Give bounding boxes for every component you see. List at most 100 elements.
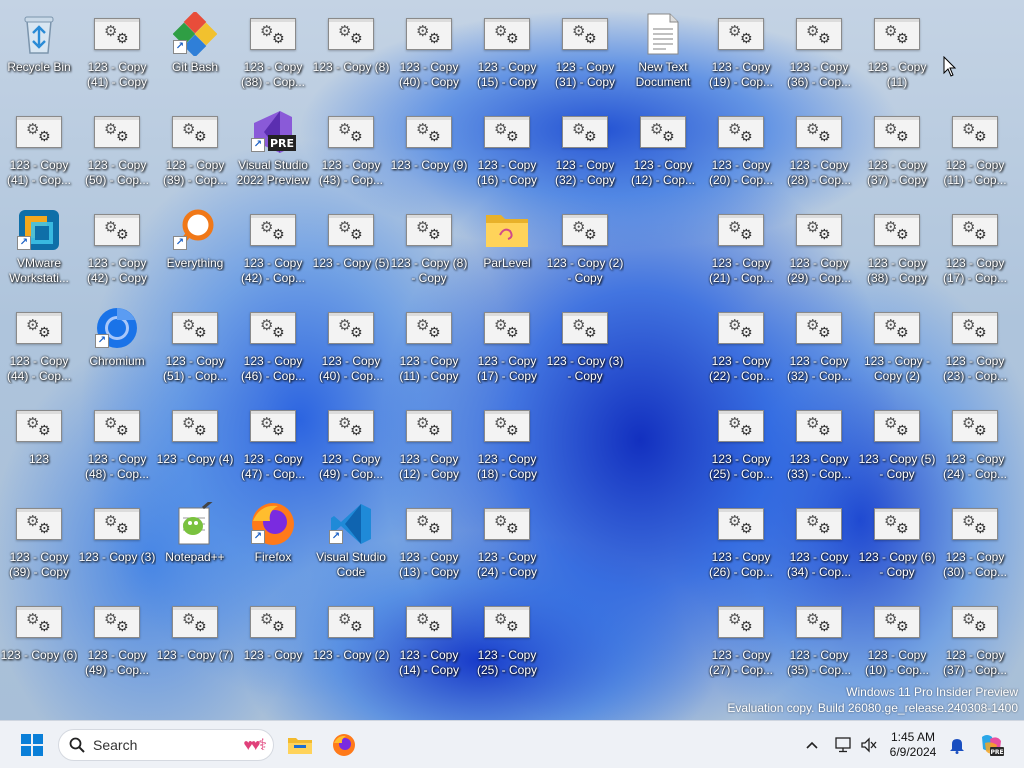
desktop-icon-123-copy-42-cop[interactable]: ⚙ ⚙ 123 - Copy (42) - Cop... (236, 198, 310, 292)
desktop-icon-123-copy-17-cop[interactable]: ⚙ ⚙ 123 - Copy (17) - Cop... (938, 198, 1012, 292)
desktop-icon-123-copy-39-copy[interactable]: ⚙ ⚙ 123 - Copy (39) - Copy (2, 492, 76, 586)
desktop-icon-notepad[interactable]: Notepad++ (158, 492, 232, 586)
desktop-icon-recycle-bin[interactable]: Recycle Bin (2, 2, 76, 96)
file-explorer-taskbar-button[interactable] (284, 729, 316, 761)
desktop-icon-123-copy-13-copy[interactable]: ⚙ ⚙ 123 - Copy (13) - Copy (392, 492, 466, 586)
desktop-icon-123[interactable]: ⚙ ⚙ 123 (2, 394, 76, 488)
desktop-icon-123-copy-21-cop[interactable]: ⚙ ⚙ 123 - Copy (21) - Cop... (704, 198, 778, 292)
desktop-icon-123-copy-11-cop[interactable]: ⚙ ⚙ 123 - Copy (11) - Cop... (938, 100, 1012, 194)
desktop-icon-123-copy-copy-2[interactable]: ⚙ ⚙ 123 - Copy - Copy (2) (860, 296, 934, 390)
desktop-icon-123-copy-34-cop[interactable]: ⚙ ⚙ 123 - Copy (34) - Cop... (782, 492, 856, 586)
desktop-icon-123-copy-7[interactable]: ⚙ ⚙ 123 - Copy (7) (157, 590, 233, 684)
desktop-icon-123-copy-32-cop[interactable]: ⚙ ⚙ 123 - Copy (32) - Cop... (782, 296, 856, 390)
desktop-icon-123-copy-5[interactable]: ⚙ ⚙ 123 - Copy (5) (313, 198, 389, 292)
desktop-icon-123-copy-37-copy[interactable]: ⚙ ⚙ 123 - Copy (37) - Copy (860, 100, 934, 194)
desktop-icon-123-copy-25-copy[interactable]: ⚙ ⚙ 123 - Copy (25) - Copy (470, 590, 544, 684)
desktop-icon-123-copy-36-cop[interactable]: ⚙ ⚙ 123 - Copy (36) - Cop... (782, 2, 856, 96)
copilot-button[interactable]: PRE (978, 729, 1006, 761)
volume-button[interactable] (858, 729, 880, 761)
desktop-icon-visual-studio-2022-preview[interactable]: PRE ↗ Visual Studio 2022 Preview (236, 100, 310, 194)
desktop-icon-123-copy-3[interactable]: ⚙ ⚙ 123 - Copy (3) (79, 492, 155, 586)
desktop-icon-123-copy-27-cop[interactable]: ⚙ ⚙ 123 - Copy (27) - Cop... (704, 590, 778, 684)
network-status-button[interactable] (832, 729, 854, 761)
desktop-icon-123-copy-18-copy[interactable]: ⚙ ⚙ 123 - Copy (18) - Copy (470, 394, 544, 488)
desktop-icon-123-copy-19-cop[interactable]: ⚙ ⚙ 123 - Copy (19) - Cop... (704, 2, 778, 96)
desktop-icon-123-copy-31-copy[interactable]: ⚙ ⚙ 123 - Copy (31) - Copy (548, 2, 622, 96)
firefox-taskbar-button[interactable] (328, 729, 360, 761)
desktop-icon-123-copy-38-copy[interactable]: ⚙ ⚙ 123 - Copy (38) - Copy (860, 198, 934, 292)
desktop-icon-123-copy-46-cop[interactable]: ⚙ ⚙ 123 - Copy (46) - Cop... (236, 296, 310, 390)
desktop-icon-123-copy-38-cop[interactable]: ⚙ ⚙ 123 - Copy (38) - Cop... (236, 2, 310, 96)
desktop-icon-123-copy-25-cop[interactable]: ⚙ ⚙ 123 - Copy (25) - Cop... (704, 394, 778, 488)
desktop-icon-parlevel[interactable]: ParLevel (470, 198, 544, 292)
desktop-icon-everything[interactable]: ↗ Everything (158, 198, 232, 292)
desktop-icon-123-copy-50-cop[interactable]: ⚙ ⚙ 123 - Copy (50) - Cop... (80, 100, 154, 194)
desktop-icon-chromium[interactable]: ↗ Chromium (80, 296, 154, 390)
desktop-icon-123-copy-39-cop[interactable]: ⚙ ⚙ 123 - Copy (39) - Cop... (158, 100, 232, 194)
desktop-icon-123-copy-17-copy[interactable]: ⚙ ⚙ 123 - Copy (17) - Copy (470, 296, 544, 390)
desktop-icon-123-copy-33-cop[interactable]: ⚙ ⚙ 123 - Copy (33) - Cop... (782, 394, 856, 488)
desktop-icon-123-copy-20-cop[interactable]: ⚙ ⚙ 123 - Copy (20) - Cop... (704, 100, 778, 194)
show-hidden-icons-button[interactable] (802, 729, 822, 761)
desktop[interactable]: Recycle Bin ⚙ ⚙ 123 - Copy (41) - Copy ↗ Git … (0, 0, 1024, 720)
desktop-icon-glyph: ⚙ ⚙ (873, 602, 921, 642)
taskbar-search-box[interactable]: Search ♥♥⚕ (58, 729, 274, 761)
desktop-icon-123-copy-24-cop[interactable]: ⚙ ⚙ 123 - Copy (24) - Cop... (938, 394, 1012, 488)
desktop-icon-123-copy-23-cop[interactable]: ⚙ ⚙ 123 - Copy (23) - Cop... (938, 296, 1012, 390)
desktop-icon-123-copy-24-copy[interactable]: ⚙ ⚙ 123 - Copy (24) - Copy (470, 492, 544, 586)
desktop-icon-firefox[interactable]: ↗ Firefox (236, 492, 310, 586)
desktop-icon-123-copy-15-copy[interactable]: ⚙ ⚙ 123 - Copy (15) - Copy (470, 2, 544, 96)
desktop-icon-123-copy-14-copy[interactable]: ⚙ ⚙ 123 - Copy (14) - Copy (392, 590, 466, 684)
desktop-icon-123-copy-12-copy[interactable]: ⚙ ⚙ 123 - Copy (12) - Copy (392, 394, 466, 488)
desktop-icon-123-copy-8[interactable]: ⚙ ⚙ 123 - Copy (8) (313, 2, 389, 96)
desktop-icon-visual-studio-code[interactable]: ↗ Visual Studio Code (314, 492, 388, 586)
desktop-icon-123-copy-40-copy[interactable]: ⚙ ⚙ 123 - Copy (40) - Copy (392, 2, 466, 96)
generic-file-icon: ⚙ ⚙ (718, 214, 764, 246)
desktop-icon-123-copy-41-cop[interactable]: ⚙ ⚙ 123 - Copy (41) - Cop... (2, 100, 76, 194)
desktop-icon-label: 123 - Copy (50) - Cop... (84, 158, 150, 187)
desktop-icon-123-copy-6[interactable]: ⚙ ⚙ 123 - Copy (6) (1, 590, 77, 684)
desktop-icon-123-copy-40-cop[interactable]: ⚙ ⚙ 123 - Copy (40) - Cop... (314, 296, 388, 390)
desktop-icon-123-copy-48-cop[interactable]: ⚙ ⚙ 123 - Copy (48) - Cop... (80, 394, 154, 488)
desktop-icon-123-copy-30-cop[interactable]: ⚙ ⚙ 123 - Copy (30) - Cop... (938, 492, 1012, 586)
notifications-button[interactable] (946, 729, 968, 761)
desktop-icon-123-copy[interactable]: ⚙ ⚙ 123 - Copy (236, 590, 310, 684)
desktop-icon-123-copy-11-copy[interactable]: ⚙ ⚙ 123 - Copy (11) - Copy (392, 296, 466, 390)
desktop-icon-123-copy-51-cop[interactable]: ⚙ ⚙ 123 - Copy (51) - Cop... (158, 296, 232, 390)
desktop-icon-123-copy-35-cop[interactable]: ⚙ ⚙ 123 - Copy (35) - Cop... (782, 590, 856, 684)
desktop-icon-123-copy-6-copy[interactable]: ⚙ ⚙ 123 - Copy (6) - Copy (859, 492, 935, 586)
desktop-icon-123-copy-4[interactable]: ⚙ ⚙ 123 - Copy (4) (157, 394, 233, 488)
generic-file-icon: ⚙ ⚙ (718, 116, 764, 148)
desktop-icon-123-copy-22-cop[interactable]: ⚙ ⚙ 123 - Copy (22) - Cop... (704, 296, 778, 390)
desktop-icon-123-copy-47-cop[interactable]: ⚙ ⚙ 123 - Copy (47) - Cop... (236, 394, 310, 488)
desktop-icon-123-copy-10-cop[interactable]: ⚙ ⚙ 123 - Copy (10) - Cop... (860, 590, 934, 684)
desktop-icon-label: Visual Studio 2022 Preview (236, 158, 310, 187)
desktop-icon-123-copy-32-copy[interactable]: ⚙ ⚙ 123 - Copy (32) - Copy (548, 100, 622, 194)
desktop-icon-123-copy-12-cop[interactable]: ⚙ ⚙ 123 - Copy (12) - Cop... (626, 100, 700, 194)
desktop-icon-123-copy-8-copy[interactable]: ⚙ ⚙ 123 - Copy (8) - Copy (391, 198, 467, 292)
desktop-icon-123-copy-16-copy[interactable]: ⚙ ⚙ 123 - Copy (16) - Copy (470, 100, 544, 194)
desktop-icon-glyph: ⚙ ⚙ (561, 112, 609, 152)
desktop-icon-123-copy-2-copy[interactable]: ⚙ ⚙ 123 - Copy (2) - Copy (547, 198, 623, 292)
desktop-icon-123-copy-28-cop[interactable]: ⚙ ⚙ 123 - Copy (28) - Cop... (782, 100, 856, 194)
desktop-icon-123-copy-42-copy[interactable]: ⚙ ⚙ 123 - Copy (42) - Copy (80, 198, 154, 292)
desktop-icon-123-copy-5-copy[interactable]: ⚙ ⚙ 123 - Copy (5) - Copy (859, 394, 935, 488)
desktop-icon-123-copy-49-cop[interactable]: ⚙ ⚙ 123 - Copy (49) - Cop... (80, 590, 154, 684)
desktop-icon-123-copy-2[interactable]: ⚙ ⚙ 123 - Copy (2) (313, 590, 389, 684)
desktop-icon-123-copy-26-cop[interactable]: ⚙ ⚙ 123 - Copy (26) - Cop... (704, 492, 778, 586)
desktop-icon-vmware-workstati[interactable]: ↗ VMware Workstati... (2, 198, 76, 292)
desktop-icon-123-copy-9[interactable]: ⚙ ⚙ 123 - Copy (9) (391, 100, 467, 194)
desktop-icon-123-copy-41-copy[interactable]: ⚙ ⚙ 123 - Copy (41) - Copy (80, 2, 154, 96)
desktop-icon-123-copy-44-cop[interactable]: ⚙ ⚙ 123 - Copy (44) - Cop... (2, 296, 76, 390)
desktop-icon-123-copy-49-cop[interactable]: ⚙ ⚙ 123 - Copy (49) - Cop... (314, 394, 388, 488)
desktop-icon-git-bash[interactable]: ↗ Git Bash (158, 2, 232, 96)
start-button[interactable] (16, 729, 48, 761)
desktop-icon-123-copy-11[interactable]: ⚙ ⚙ 123 - Copy (11) (860, 2, 934, 96)
desktop-icon-123-copy-3-copy[interactable]: ⚙ ⚙ 123 - Copy (3) - Copy (547, 296, 623, 390)
desktop-icon-123-copy-29-cop[interactable]: ⚙ ⚙ 123 - Copy (29) - Cop... (782, 198, 856, 292)
desktop-icon-new-text-document[interactable]: New Text Document (626, 2, 700, 96)
desktop-icon-123-copy-43-cop[interactable]: ⚙ ⚙ 123 - Copy (43) - Cop... (314, 100, 388, 194)
desktop-icon-glyph: ⚙ ⚙ (327, 308, 375, 348)
taskbar-clock[interactable]: 1:45 AM 6/9/2024 (884, 730, 942, 760)
desktop-icon-123-copy-37-cop[interactable]: ⚙ ⚙ 123 - Copy (37) - Cop... (938, 590, 1012, 684)
